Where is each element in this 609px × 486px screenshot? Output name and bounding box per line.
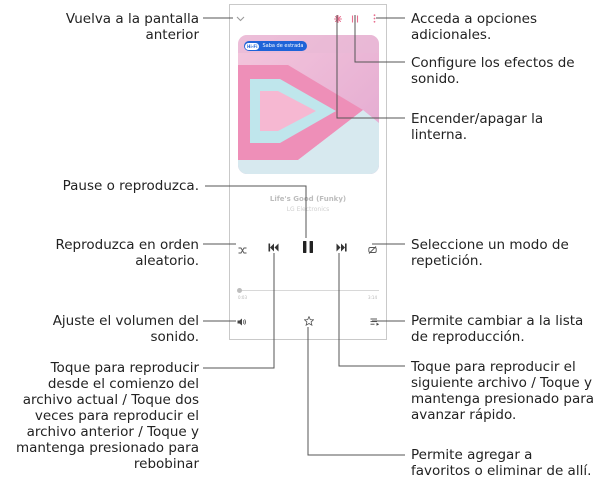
song-title: Life's Good (Funky) [269,195,347,203]
repeat-icon[interactable] [368,245,377,256]
music-player-screen: Hi-Fi Saba de estrada Life's Good (Funky… [229,4,387,340]
callout-repeat: Seleccione un modo de repetición. [411,237,569,269]
album-art: Hi-Fi Saba de estrada [238,35,379,174]
callout-flashlight: Encender/apagar la linterna. [411,111,544,143]
more-vert-icon[interactable] [373,14,376,25]
seek-handle[interactable] [237,288,242,293]
callout-volume: Ajuste el volumen del sonido. [52,313,199,345]
skip-previous-icon[interactable] [268,243,279,254]
flashlight-icon[interactable] [334,14,342,25]
callout-back: Vuelva a la pantalla anterior [65,11,199,43]
hifi-label: Hi-Fi [245,42,260,50]
callout-sound-effects: Configure los efectos de sonido. [411,55,575,87]
hifi-badge: Hi-Fi Saba de estrada [244,41,308,51]
callout-playlist: Permite cambiar a la lista de reproducci… [411,313,584,345]
seek-bar[interactable] [239,290,379,291]
callout-previous: Toque para reproducir desde el comienzo … [15,360,199,472]
time-total: 3:14 [368,295,377,300]
time-elapsed: 0:03 [238,295,247,300]
playlist-icon[interactable] [370,317,380,328]
hifi-badge-text: Saba de estrada [262,43,304,49]
chevron-down-icon[interactable] [236,13,245,24]
star-icon[interactable] [303,315,315,328]
callout-more-options: Acceda a opciones adicionales. [411,11,538,43]
callout-next: Toque para reproducir el siguiente archi… [411,359,595,423]
song-artist: LG Electronics [286,206,330,213]
volume-icon[interactable] [237,317,247,328]
skip-next-icon[interactable] [336,243,347,254]
shuffle-icon[interactable] [238,245,247,256]
callout-pause-play: Pause o reproduzca. [62,178,199,194]
pause-icon[interactable] [302,240,314,256]
callout-shuffle: Reproduzca en orden aleatorio. [55,237,199,269]
callout-favorites: Permite agregar a favoritos o eliminar d… [411,447,592,479]
equalizer-icon[interactable] [351,14,359,25]
